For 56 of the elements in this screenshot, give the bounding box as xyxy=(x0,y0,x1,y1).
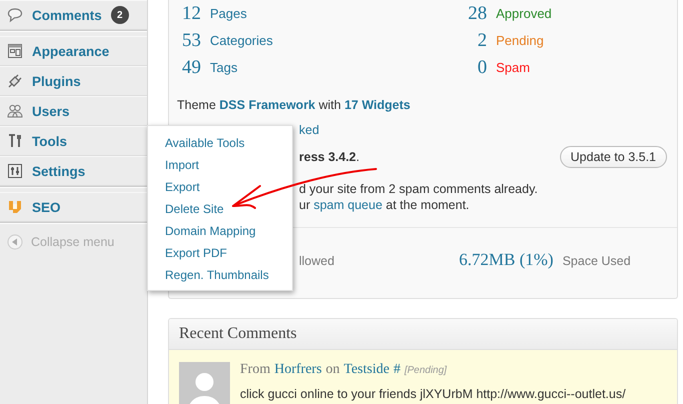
sidebar-item[interactable]: Tools xyxy=(0,126,147,156)
permalink[interactable]: # xyxy=(393,362,400,378)
stat-count: 0 xyxy=(476,56,487,78)
sidebar-item[interactable]: SEO xyxy=(0,192,147,222)
avatar-icon xyxy=(179,362,230,404)
sidebar-item[interactable]: Plugins xyxy=(0,66,147,96)
theme-link[interactable]: DSS Framework xyxy=(219,98,316,112)
seo-icon xyxy=(7,199,23,215)
users-icon xyxy=(7,103,23,119)
sidebar-item[interactable]: Comments 2 xyxy=(0,0,147,30)
widgets-link[interactable]: 17 Widgets xyxy=(344,98,410,112)
comment-meta: on xyxy=(326,362,340,378)
stat-link[interactable]: Approved xyxy=(496,6,552,21)
stat-link[interactable]: Pending xyxy=(496,33,544,48)
layout-icon xyxy=(7,43,23,59)
status-label: [Pending] xyxy=(404,365,447,376)
tools-icon xyxy=(7,133,23,149)
sidebar-item[interactable]: Appearance xyxy=(0,36,147,66)
submenu-item[interactable]: Export PDF xyxy=(148,242,292,264)
sliders-icon xyxy=(7,163,23,179)
space-used-label: Space Used xyxy=(562,254,631,268)
comment-meta: From xyxy=(240,362,270,378)
spam-queue-link[interactable]: spam queue xyxy=(314,198,382,212)
theme-sentence: Theme DSS Framework with 17 Widgets xyxy=(177,98,412,112)
speech-bubble-icon xyxy=(7,7,23,23)
submenu-item[interactable]: Available Tools xyxy=(148,132,292,154)
stat-link[interactable]: Pages xyxy=(210,6,247,21)
storage-label: llowed xyxy=(299,254,334,268)
stat-count: 12 xyxy=(181,2,201,24)
stat-count: 28 xyxy=(467,2,487,24)
widget-title: Recent Comments xyxy=(169,319,677,350)
plug-icon xyxy=(7,73,23,89)
stat-link[interactable]: Categories xyxy=(210,33,273,48)
comment-excerpt: click gucci online to your friends jlXYUrbM http://www.gucci--outlet.us/ xyxy=(240,387,626,401)
post-link[interactable]: Testside xyxy=(344,362,390,378)
stat-count: 2 xyxy=(476,30,487,52)
sidebar-item[interactable]: Settings xyxy=(0,156,147,186)
version-text: ress 3.4.2. xyxy=(299,149,360,165)
text-link[interactable]: ked xyxy=(299,123,320,137)
queue-text: ur spam queue at the moment. xyxy=(299,198,470,212)
submenu-item[interactable]: Import xyxy=(148,154,292,176)
submenu-item[interactable]: Delete Site xyxy=(148,198,292,220)
spam-text: d your site from 2 spam comments already. xyxy=(299,182,538,196)
stat-link[interactable]: Tags xyxy=(210,60,238,75)
submenu-item[interactable]: Export xyxy=(148,176,292,198)
submenu-item[interactable]: Domain Mapping xyxy=(148,220,292,242)
stat-link[interactable]: Spam xyxy=(496,60,530,75)
author-link[interactable]: Horfrers xyxy=(274,362,322,378)
update-button[interactable]: Update to 3.5.1 xyxy=(560,146,667,168)
stat-count: 53 xyxy=(181,30,201,52)
count-badge: 2 xyxy=(110,6,129,24)
sidebar-item[interactable]: Users xyxy=(0,96,147,126)
collapse-icon xyxy=(7,234,23,250)
stat-count: 49 xyxy=(181,56,201,78)
submenu-item[interactable]: Regen. Thumbnails xyxy=(148,264,292,286)
space-used-value: 6.72MB (1%) xyxy=(459,250,554,270)
